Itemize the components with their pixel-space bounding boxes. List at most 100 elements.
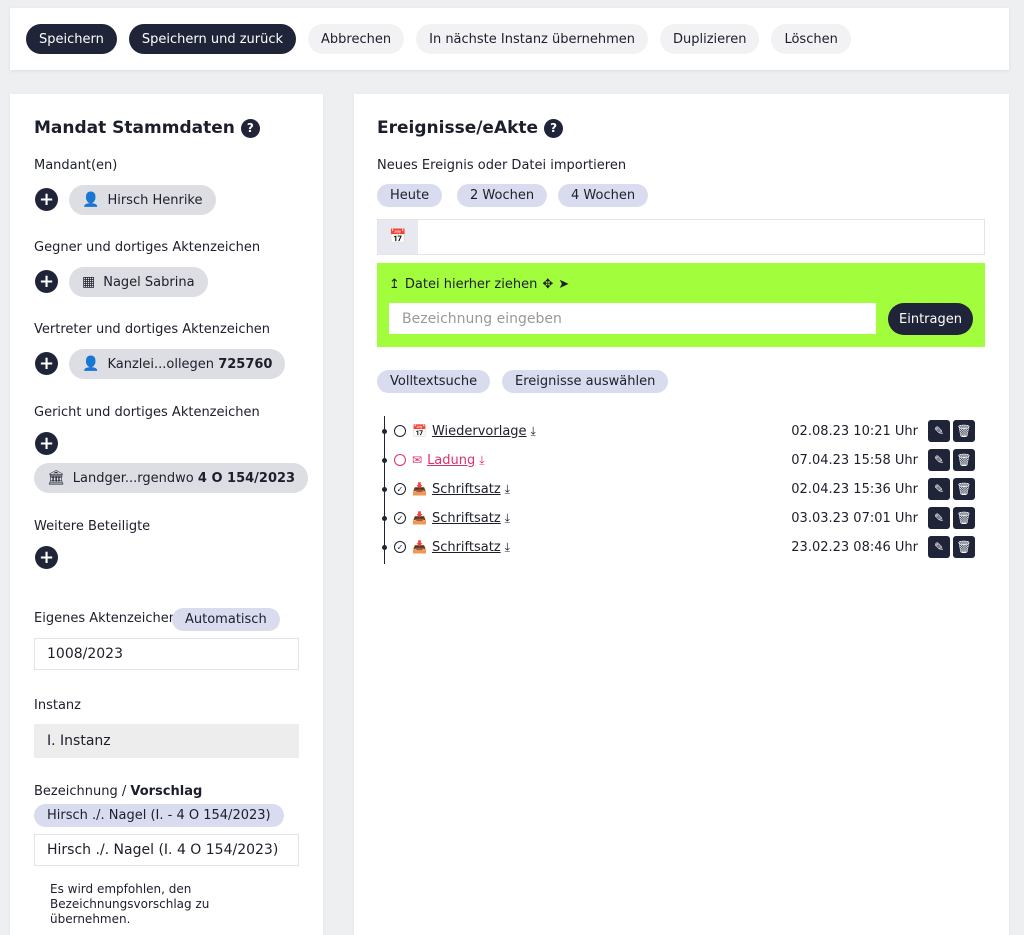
event-date: 02.04.23 15:36 Uhr (791, 481, 918, 497)
event-name-link[interactable]: Schriftsatz (432, 482, 501, 497)
ereignisse-auswaehlen-button[interactable]: Ereignisse auswählen (502, 370, 669, 393)
edit-icon[interactable]: ✎ (928, 478, 950, 500)
help-icon[interactable]: ? (544, 118, 564, 138)
bezeichnung-vorschlag-pill[interactable]: Hirsch ./. Nagel (I. - 4 O 154/2023) (34, 804, 284, 827)
event-name-link[interactable]: Ladung (427, 453, 475, 468)
edit-icon[interactable]: ✎ (928, 449, 950, 471)
landmark-icon: 🏛 (47, 470, 65, 486)
panel-title: Mandat Stammdaten ? (34, 118, 260, 138)
circle-icon[interactable] (394, 425, 406, 437)
event-date: 03.03.23 07:01 Uhr (791, 510, 918, 526)
id-badge-icon: ▦ (82, 274, 96, 290)
inbox-icon: 📥 (412, 511, 427, 525)
vertreter-chip-name: Kanzlei...ollegen (107, 356, 215, 372)
gericht-label: Gericht und dortiges Aktenzeichen (34, 405, 260, 420)
download-icon[interactable]: ⤓ (505, 540, 510, 555)
timeline-dot (382, 457, 387, 463)
weitere-label: Weitere Beteiligte (34, 519, 151, 534)
vertreter-label: Vertreter und dortiges Aktenzeichen (34, 322, 271, 337)
volltextsuche-button[interactable]: Volltextsuche (377, 370, 491, 393)
event-row: ✉ Ladung ⤓ 07.04.23 15:58 Uhr ✎ 🗑 (382, 448, 978, 472)
download-icon[interactable]: ⤓ (479, 453, 484, 468)
inbox-icon: 📥 (412, 540, 427, 554)
event-name-link[interactable]: Wiedervorlage (432, 424, 527, 439)
user-shield-icon: 👤 (82, 192, 100, 208)
check-circle-icon[interactable]: ✓ (394, 512, 406, 524)
check-circle-icon[interactable]: ✓ (394, 483, 406, 495)
timeline-dot (382, 544, 387, 550)
move-icon: ✥ (542, 277, 554, 292)
quick-4weeks-button[interactable]: 4 Wochen (558, 184, 649, 207)
vorschlag-label: Vorschlag (130, 784, 203, 799)
add-gericht-button[interactable]: + (35, 432, 58, 455)
trash-icon[interactable]: 🗑 (953, 420, 975, 442)
trash-icon[interactable]: 🗑 (953, 449, 975, 471)
gericht-chip-label: Landger...rgendwo 4 O 154/2023 (73, 471, 295, 486)
cancel-button[interactable]: Abbrechen (308, 24, 405, 54)
timeline-dot (382, 515, 387, 521)
file-dropzone[interactable]: ↥ Datei hierher ziehen ✥ ➤ Bezeichnung e… (377, 263, 985, 347)
delete-button[interactable]: Löschen (771, 24, 851, 54)
edit-icon[interactable]: ✎ (928, 536, 950, 558)
bezeichnung-input[interactable]: Hirsch ./. Nagel (I. 4 O 154/2023) (34, 834, 299, 866)
download-icon[interactable]: ⤓ (531, 424, 536, 439)
add-gegner-button[interactable]: + (35, 270, 58, 293)
gegner-label: Gegner und dortiges Aktenzeichen (34, 240, 261, 255)
add-weitere-button[interactable]: + (35, 546, 58, 569)
event-row: ✓ 📥 Schriftsatz ⤓ 02.04.23 15:36 Uhr ✎ 🗑 (382, 477, 978, 501)
next-instance-button[interactable]: In nächste Instanz übernehmen (416, 24, 648, 54)
mandate-master-data-panel: Mandat Stammdaten ? Mandant(en) + 👤 Hirs… (10, 94, 323, 935)
trash-icon[interactable]: 🗑 (953, 478, 975, 500)
vertreter-chip-label: Kanzlei...ollegen 725760 (107, 357, 272, 372)
bezeichnung-label: Bezeichnung / Vorschlag (34, 784, 202, 799)
edit-icon[interactable]: ✎ (928, 507, 950, 529)
event-name-link[interactable]: Schriftsatz (432, 511, 501, 526)
dropzone-label: ↥ Datei hierher ziehen ✥ ➤ (389, 277, 569, 292)
import-label: Neues Ereignis oder Datei importieren (377, 158, 627, 173)
add-mandant-button[interactable]: + (35, 188, 58, 211)
event-date: 02.08.23 10:21 Uhr (791, 423, 918, 439)
mandanten-label: Mandant(en) (34, 158, 118, 173)
events-title: Ereignisse/eAkte ? (377, 118, 564, 138)
cursor-icon: ➤ (558, 277, 570, 292)
mandant-chip[interactable]: 👤 Hirsch Henrike (69, 185, 216, 215)
gericht-chip[interactable]: 🏛 Landger...rgendwo 4 O 154/2023 (34, 463, 309, 493)
trash-icon[interactable]: 🗑 (953, 507, 975, 529)
edit-icon[interactable]: ✎ (928, 420, 950, 442)
calendar-icon: 📅 (412, 424, 427, 438)
bezeichnung-label-text: Bezeichnung / (34, 784, 131, 799)
inbox-icon: 📥 (412, 482, 427, 496)
duplicate-button[interactable]: Duplizieren (660, 24, 760, 54)
event-row: ✓ 📥 Schriftsatz ⤓ 23.02.23 08:46 Uhr ✎ 🗑 (382, 535, 978, 559)
timeline-dot (382, 486, 387, 492)
gericht-chip-az: 4 O 154/2023 (197, 470, 296, 486)
eigenes-az-input[interactable]: 1008/2023 (34, 638, 299, 670)
trash-icon[interactable]: 🗑 (953, 536, 975, 558)
event-row: ✓ 📥 Schriftsatz ⤓ 03.03.23 07:01 Uhr ✎ 🗑 (382, 506, 978, 530)
toolbar: Speichern Speichern und zurück Abbrechen… (10, 8, 1009, 70)
download-icon[interactable]: ⤓ (505, 511, 510, 526)
user-tie-icon: 👤 (82, 356, 100, 372)
automatisch-pill[interactable]: Automatisch (172, 608, 280, 631)
bezeichnung-hint: Es wird empfohlen, den Bezeichnungsvorsc… (50, 882, 210, 926)
date-input[interactable]: 📅 (377, 219, 985, 255)
eigenes-az-label: Eigenes Aktenzeichen (34, 611, 178, 626)
save-and-back-button[interactable]: Speichern und zurück (128, 24, 297, 54)
add-vertreter-button[interactable]: + (35, 352, 58, 375)
gegner-chip[interactable]: ▦ Nagel Sabrina (69, 267, 208, 297)
eintragen-button[interactable]: Eintragen (888, 303, 973, 335)
calendar-icon[interactable]: 📅 (378, 220, 418, 254)
circle-icon[interactable] (394, 454, 406, 466)
vertreter-chip-az: 725760 (218, 356, 273, 372)
check-circle-icon[interactable]: ✓ (394, 541, 406, 553)
help-icon[interactable]: ? (240, 118, 260, 138)
gegner-chip-label: Nagel Sabrina (103, 274, 195, 290)
download-icon[interactable]: ⤓ (505, 482, 510, 497)
bezeichnung-eingeben-input[interactable]: Bezeichnung eingeben (389, 303, 876, 334)
quick-today-button[interactable]: Heute (377, 184, 443, 207)
event-name-link[interactable]: Schriftsatz (432, 540, 501, 555)
save-button[interactable]: Speichern (26, 24, 117, 54)
quick-2weeks-button[interactable]: 2 Wochen (457, 184, 548, 207)
mandant-chip-label: Hirsch Henrike (107, 192, 203, 208)
vertreter-chip[interactable]: 👤 Kanzlei...ollegen 725760 (69, 349, 286, 379)
